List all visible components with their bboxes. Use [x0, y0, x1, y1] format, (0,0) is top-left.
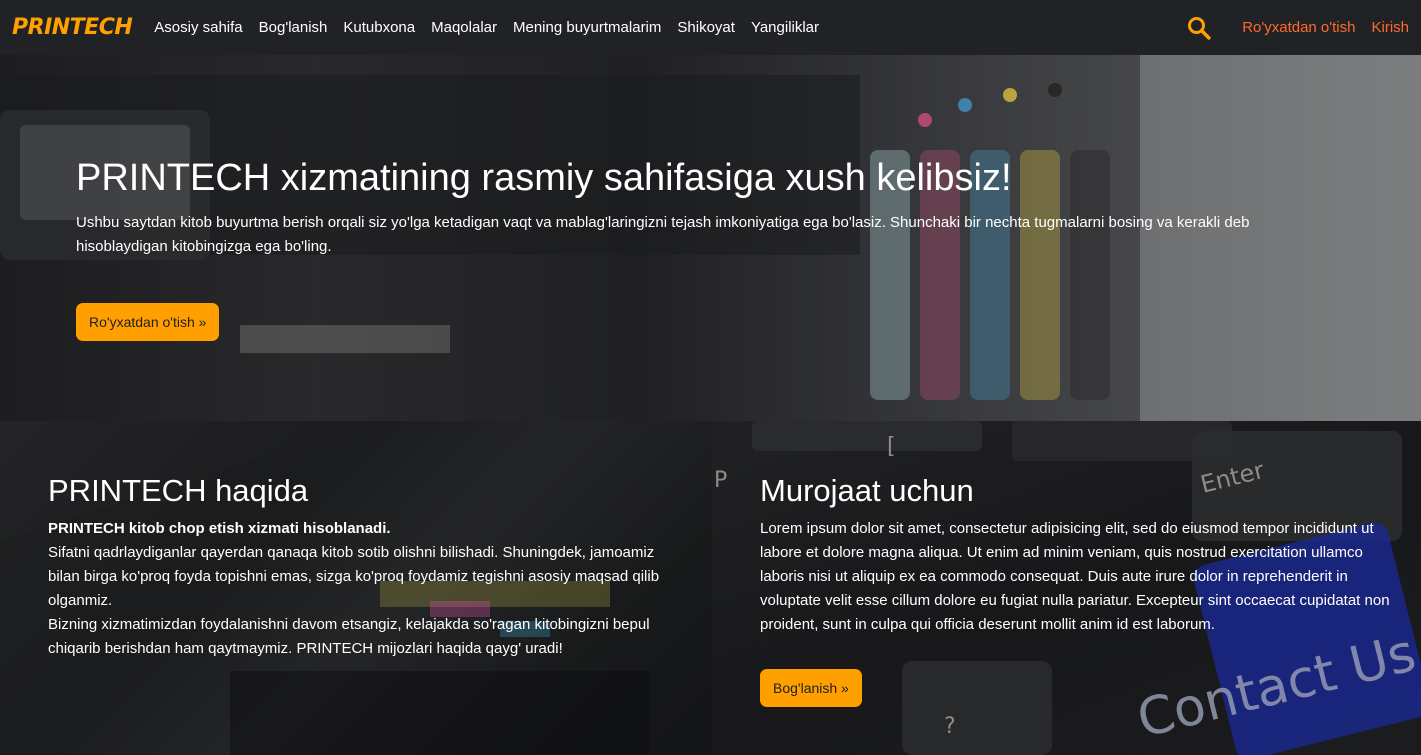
key-bracket-label: [: [887, 434, 896, 459]
about-title: PRINTECH haqida: [48, 473, 309, 508]
nav-link-articles[interactable]: Maqolalar: [423, 19, 505, 36]
login-link[interactable]: Kirish: [1371, 19, 1409, 36]
hero-section: PRINTECH xizmatining rasmiy sahifasiga x…: [0, 55, 1421, 421]
navbar: PRINTECH Asosiy sahifa Bog'lanish Kutubx…: [0, 0, 1421, 55]
nav-link-contact[interactable]: Bog'lanish: [251, 19, 336, 36]
hero-title: PRINTECH xizmatining rasmiy sahifasiga x…: [76, 157, 1012, 199]
contact-button[interactable]: Bog'lanish »: [760, 669, 862, 707]
about-text: PRINTECH kitob chop etish xizmati hisobl…: [48, 517, 678, 661]
nav-link-my-orders[interactable]: Mening buyurtmalarim: [505, 19, 669, 36]
about-paragraph-2: Bizning xizmatimizdan foydalanishni davo…: [48, 616, 650, 657]
contact-title: Murojaat uchun: [760, 473, 974, 508]
contact-section: Enter P [ ? Contact Us Murojaat uchun Lo…: [712, 421, 1421, 755]
nav-link-library[interactable]: Kutubxona: [335, 19, 423, 36]
contact-content: Murojaat uchun Lorem ipsum dolor sit ame…: [760, 471, 1390, 707]
key-question-label: ?: [944, 714, 956, 739]
about-lead: PRINTECH kitob chop etish xizmati hisobl…: [48, 520, 391, 537]
about-content: PRINTECH haqida PRINTECH kitob chop etis…: [48, 471, 678, 661]
search-icon[interactable]: [1186, 15, 1212, 41]
nav-links: Asosiy sahifa Bog'lanish Kutubxona Maqol…: [146, 19, 827, 36]
about-section: PRINTECH haqida PRINTECH kitob chop etis…: [0, 421, 712, 755]
hero-content: PRINTECH xizmatining rasmiy sahifasiga x…: [76, 155, 1276, 341]
about-paragraph-1: Sifatni qadrlaydiganlar qayerdan qanaqa …: [48, 544, 660, 609]
nav-right: Ro'yxatdan o'tish Kirish: [1186, 15, 1409, 41]
key-p-label: P: [714, 468, 727, 493]
hero-register-button[interactable]: Ro'yxatdan o'tish »: [76, 303, 220, 341]
contact-text: Lorem ipsum dolor sit amet, consectetur …: [760, 520, 1390, 633]
nav-link-home[interactable]: Asosiy sahifa: [146, 19, 250, 36]
brand-logo[interactable]: PRINTECH: [12, 15, 133, 40]
register-link[interactable]: Ro'yxatdan o'tish: [1242, 19, 1355, 36]
hero-description: Ushbu saytdan kitob buyurtma berish orqa…: [76, 214, 1250, 255]
nav-link-news[interactable]: Yangiliklar: [743, 19, 827, 36]
nav-link-complaint[interactable]: Shikoyat: [669, 19, 743, 36]
